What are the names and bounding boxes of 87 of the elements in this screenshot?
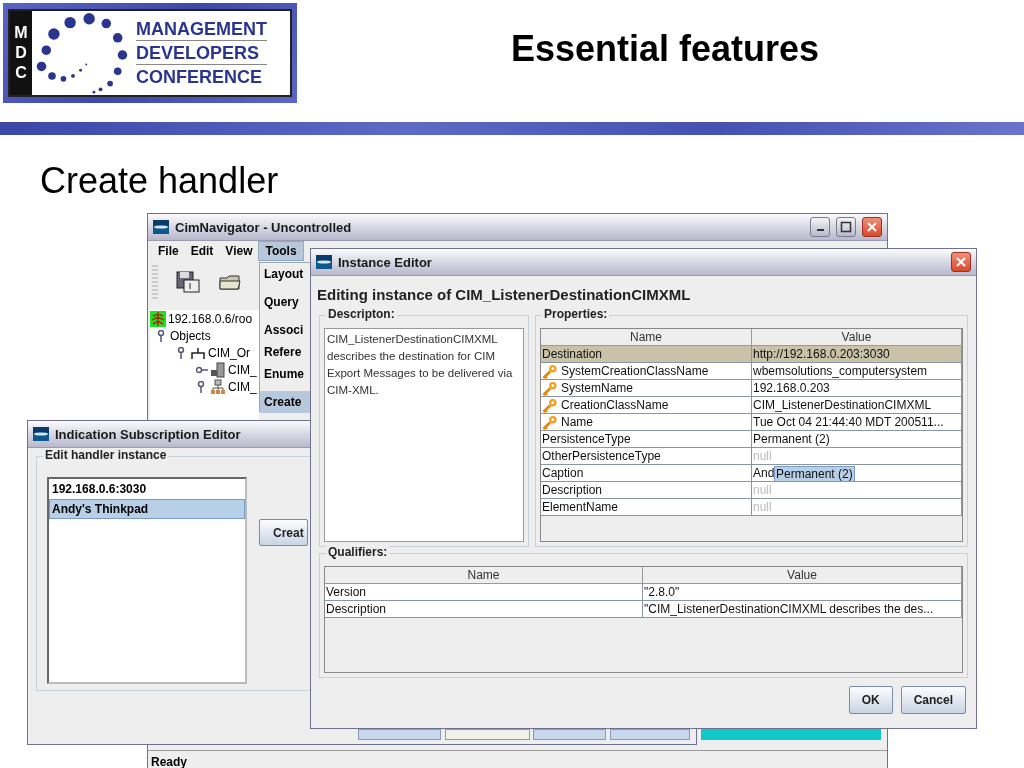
menu-item[interactable]: Associ — [260, 319, 310, 341]
menu-item[interactable]: View — [219, 242, 259, 260]
menu-item[interactable]: File — [152, 242, 185, 260]
key-icon — [542, 380, 558, 396]
group-label: Qualifiers: — [326, 545, 390, 559]
tree-item[interactable]: CIM_ — [228, 379, 257, 394]
close-button[interactable] — [862, 217, 882, 237]
computer-icon — [210, 361, 226, 378]
window-title: Indication Subscription Editor — [55, 426, 241, 442]
table-cell: PersistenceType — [541, 431, 752, 448]
network-icon — [210, 378, 226, 395]
table-cell: Caption — [541, 465, 752, 482]
tree-item[interactable]: CIM_Or — [208, 345, 250, 360]
minimize-icon — [816, 229, 824, 231]
close-icon — [955, 256, 967, 268]
table-cell: CIM_ListenerDestinationCIMXML — [752, 397, 962, 414]
close-icon — [866, 221, 878, 233]
maximize-button[interactable] — [836, 217, 856, 237]
create-button[interactable]: Creat — [259, 519, 308, 546]
table-cell: null — [752, 482, 962, 499]
table-cell: CreationClassName — [541, 397, 752, 414]
table-cell: "2.8.0" — [643, 584, 962, 601]
table-cell: Version — [325, 584, 643, 601]
menu-item[interactable]: Edit — [184, 242, 220, 260]
toolbar-grip[interactable] — [152, 265, 158, 299]
tree-item[interactable]: 192.168.0.6/roo — [168, 311, 253, 326]
menu-item[interactable]: Create — [260, 391, 310, 413]
app-icon — [153, 220, 169, 234]
close-button[interactable] — [951, 252, 971, 272]
floppy-disk-icon[interactable] — [176, 271, 200, 293]
group-label: Descripton: — [326, 307, 397, 321]
group-label: Properties: — [542, 307, 610, 321]
editor-heading: Editing instance of CIM_ListenerDestinationCIMXML — [316, 285, 692, 305]
logo-letter: M — [14, 24, 28, 42]
column-header[interactable]: Value — [643, 567, 962, 584]
minimize-button[interactable] — [810, 217, 830, 237]
key-icon — [542, 414, 558, 430]
dialog-button[interactable]: Cancel — [900, 686, 966, 714]
table-cell: OtherPersistenceType — [541, 448, 752, 465]
table-cell: SystemCreationClassName — [541, 363, 752, 380]
tree-icon — [150, 310, 166, 327]
table-cell: Tue Oct 04 21:44:40 MDT 200511... — [752, 414, 962, 431]
menu-item[interactable]: Refere — [260, 341, 310, 363]
table-cell: "CIM_ListenerDestinationCIMXML describes the des... — [643, 601, 962, 618]
logo-letter: C — [15, 64, 27, 82]
menu-item[interactable]: Enume — [260, 363, 310, 385]
window-title: CimNavigator - Uncontrolled — [175, 219, 352, 235]
table-cell: Destination — [541, 346, 752, 363]
column-header[interactable]: Value — [752, 329, 962, 346]
logo-text: CONFERENCE — [136, 66, 263, 88]
tree-item[interactable]: Objects — [170, 328, 211, 343]
logo-text: DEVELOPERS — [136, 42, 267, 65]
table-cell: 192.168.0.203 — [752, 380, 962, 397]
menu-item[interactable]: Layout — [260, 263, 310, 285]
slide-title: Essential features — [509, 28, 821, 70]
table-cell: wbemsolutions_computersystem — [752, 363, 962, 380]
list-item[interactable]: Andy's Thinkpad — [49, 499, 245, 519]
menu-item[interactable]: Tools — [258, 241, 304, 261]
status-text: Ready — [148, 750, 887, 768]
table-cell: null — [752, 448, 962, 465]
table-cell: And Permanent (2) — [752, 465, 962, 482]
column-header[interactable]: Name — [325, 567, 643, 584]
description-text: CIM_ListenerDestinationCIMXML describes the destination for CIM Export Messages to be delivered via CIM-XML. — [324, 328, 524, 542]
dialog-button[interactable]: OK — [848, 686, 893, 714]
table-cell: Permanent (2) — [752, 431, 962, 448]
logo-text: MANAGEMENT — [136, 18, 267, 41]
list-item[interactable]: 192.168.0.6:3030 — [49, 479, 245, 499]
logo-letter: D — [15, 44, 27, 62]
menu-item[interactable]: Query — [260, 291, 310, 313]
table-cell: ElementName — [541, 499, 752, 516]
key-icon — [542, 363, 558, 379]
table-cell: http://192.168.0.203:3030 — [752, 346, 962, 363]
column-header[interactable]: Name — [541, 329, 752, 346]
key-icon — [542, 397, 558, 413]
dropdown-option[interactable]: Permanent (2) — [774, 466, 855, 482]
table-cell: Name — [541, 414, 752, 431]
table-cell: Description — [325, 601, 643, 618]
window-title: Instance Editor — [338, 254, 432, 270]
app-icon — [33, 427, 49, 441]
slide-subtitle: Create handler — [40, 160, 279, 202]
table-cell: SystemName — [541, 380, 752, 397]
app-icon — [316, 255, 332, 269]
table-cell: null — [752, 499, 962, 516]
table-cell: Description — [541, 482, 752, 499]
tree-item[interactable]: CIM_ — [228, 362, 257, 377]
group-label: Edit handler instance — [43, 448, 169, 462]
maximize-icon — [840, 221, 852, 233]
